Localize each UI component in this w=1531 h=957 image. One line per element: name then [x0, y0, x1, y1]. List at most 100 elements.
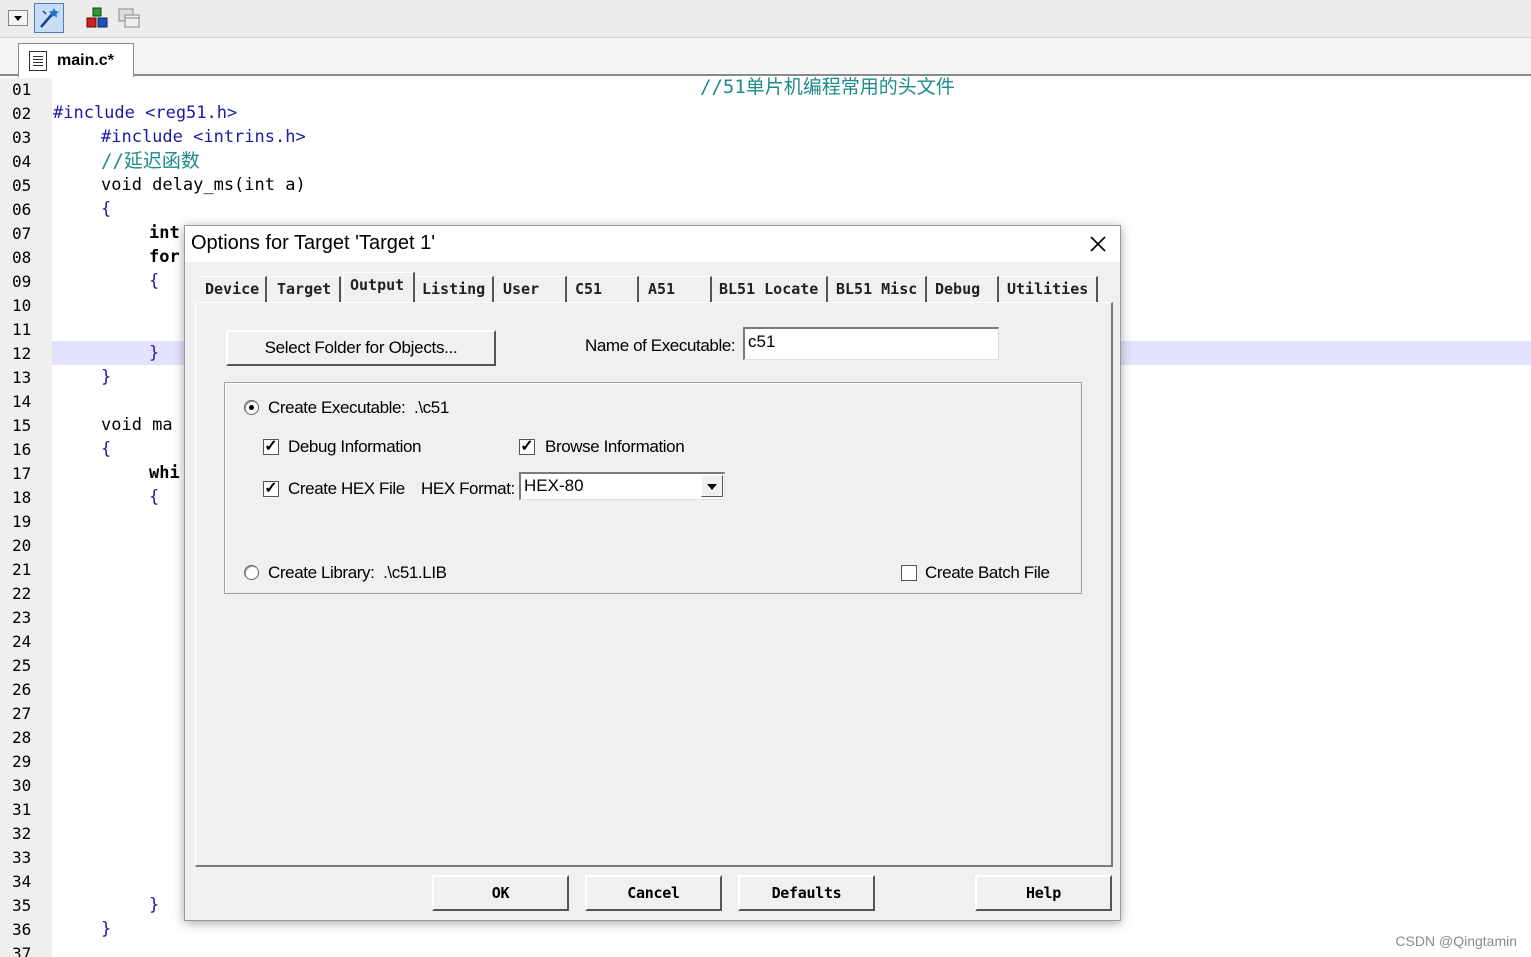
line-number: 36 — [12, 920, 32, 939]
line-number: 04 — [12, 152, 32, 171]
hex-format-select[interactable]: HEX-80 — [519, 472, 725, 500]
line-number: 27 — [12, 704, 32, 723]
tab-bl51-misc[interactable]: BL51 Misc — [830, 276, 927, 302]
close-icon[interactable] — [1084, 230, 1112, 258]
debug-information-checkbox[interactable]: ✓ — [263, 439, 279, 455]
create-batch-file-label: Create Batch File — [925, 563, 1050, 582]
line-number: 26 — [12, 680, 32, 699]
line-number: 15 — [12, 416, 32, 435]
executable-name-input[interactable]: c51 — [743, 327, 999, 360]
line-number: 12 — [12, 344, 32, 363]
create-executable-label: Create Executable: .\c51 — [268, 398, 449, 417]
line-number: 32 — [12, 824, 32, 843]
line-number: 13 — [12, 368, 32, 387]
defaults-button[interactable]: Defaults — [738, 875, 875, 911]
options-for-target-dialog: Options for Target 'Target 1' Device Tar… — [184, 225, 1121, 921]
dialog-title: Options for Target 'Target 1' — [191, 232, 436, 254]
line-number: 37 — [12, 944, 32, 957]
line-number: 03 — [12, 128, 32, 147]
hex-format-value: HEX-80 — [524, 476, 584, 495]
tab-utilities[interactable]: Utilities — [1001, 276, 1098, 302]
code-brace: } — [101, 367, 112, 387]
create-library-label: Create Library: .\c51.LIB — [268, 563, 447, 582]
code-line-for: for — [149, 247, 180, 267]
window-layout-icon[interactable] — [114, 3, 144, 33]
line-number: 29 — [12, 752, 32, 771]
dropdown-arrow-icon[interactable] — [6, 3, 30, 33]
code-line-void-main: void ma — [101, 415, 173, 435]
line-number: 02 — [12, 104, 32, 123]
line-number: 05 — [12, 176, 32, 195]
line-number: 24 — [12, 632, 32, 651]
line-number: 18 — [12, 488, 32, 507]
c-file-icon — [29, 50, 47, 71]
code-brace: { — [101, 439, 112, 459]
code-brace: } — [149, 343, 160, 363]
line-number: 14 — [12, 392, 32, 411]
tab-a51[interactable]: A51 — [642, 276, 712, 302]
tab-user[interactable]: User — [497, 276, 567, 302]
create-hex-label: Create HEX File — [288, 479, 405, 498]
code-line-int: int — [149, 223, 180, 243]
line-number: 25 — [12, 656, 32, 675]
line-number: 06 — [12, 200, 32, 219]
chevron-down-icon[interactable] — [701, 475, 723, 497]
code-line-while: whi — [149, 463, 180, 483]
dialog-titlebar: Options for Target 'Target 1' — [185, 226, 1120, 262]
target-options-wand-icon[interactable] — [34, 3, 64, 33]
tab-label: main.c* — [57, 51, 114, 69]
tab-debug[interactable]: Debug — [929, 276, 999, 302]
code-comment-header: //51单片机编程常用的头文件 — [700, 76, 955, 98]
line-number: 19 — [12, 512, 32, 531]
code-brace: { — [149, 487, 160, 507]
help-button[interactable]: Help — [975, 875, 1112, 911]
line-number: 01 — [12, 80, 32, 99]
line-number: 35 — [12, 896, 32, 915]
create-library-radio[interactable] — [244, 565, 259, 580]
browse-information-label: Browse Information — [545, 437, 685, 456]
line-number: 21 — [12, 560, 32, 579]
line-number: 10 — [12, 296, 32, 315]
tab-c51[interactable]: C51 — [569, 276, 639, 302]
watermark: CSDN @Qingtamin — [1395, 933, 1517, 949]
create-batch-file-checkbox[interactable] — [901, 565, 917, 581]
hex-format-label: HEX Format: — [421, 479, 515, 498]
line-number: 30 — [12, 776, 32, 795]
create-executable-radio[interactable] — [244, 400, 259, 415]
line-number: 16 — [12, 440, 32, 459]
line-number: 33 — [12, 848, 32, 867]
tab-target[interactable]: Target — [271, 276, 341, 302]
line-number: 07 — [12, 224, 32, 243]
browse-information-checkbox[interactable]: ✓ — [519, 439, 535, 455]
pack-installer-icon[interactable] — [82, 3, 112, 33]
tab-device[interactable]: Device — [199, 276, 267, 302]
tab-output[interactable]: Output — [343, 272, 415, 302]
line-number: 11 — [12, 320, 32, 339]
code-brace: { — [101, 199, 112, 219]
line-number: 28 — [12, 728, 32, 747]
line-number: 17 — [12, 464, 32, 483]
code-line-include-reg51: #include <reg51.h> — [53, 103, 238, 123]
code-line-delay-signature: void delay_ms(int a) — [101, 175, 306, 195]
line-number: 23 — [12, 608, 32, 627]
code-brace: { — [149, 271, 160, 291]
line-number: 22 — [12, 584, 32, 603]
line-number: 08 — [12, 248, 32, 267]
tab-main-c[interactable]: main.c* — [18, 43, 134, 77]
line-number: 20 — [12, 536, 32, 555]
code-comment-delay: //延迟函数 — [101, 150, 200, 172]
tab-listing[interactable]: Listing — [416, 276, 494, 302]
code-brace: } — [149, 895, 160, 915]
editor-tab-bar: main.c* — [0, 38, 1531, 77]
debug-information-label: Debug Information — [288, 437, 422, 456]
line-number: 31 — [12, 800, 32, 819]
toolbar — [0, 0, 1531, 38]
select-folder-button[interactable]: Select Folder for Objects... — [226, 330, 496, 366]
ok-button[interactable]: OK — [432, 875, 569, 911]
create-hex-checkbox[interactable]: ✓ — [263, 481, 279, 497]
cancel-button[interactable]: Cancel — [585, 875, 722, 911]
code-brace: } — [101, 919, 112, 939]
code-line-include-intrins: #include <intrins.h> — [101, 127, 306, 147]
line-number: 34 — [12, 872, 32, 891]
tab-bl51-locate[interactable]: BL51 Locate — [713, 276, 828, 302]
